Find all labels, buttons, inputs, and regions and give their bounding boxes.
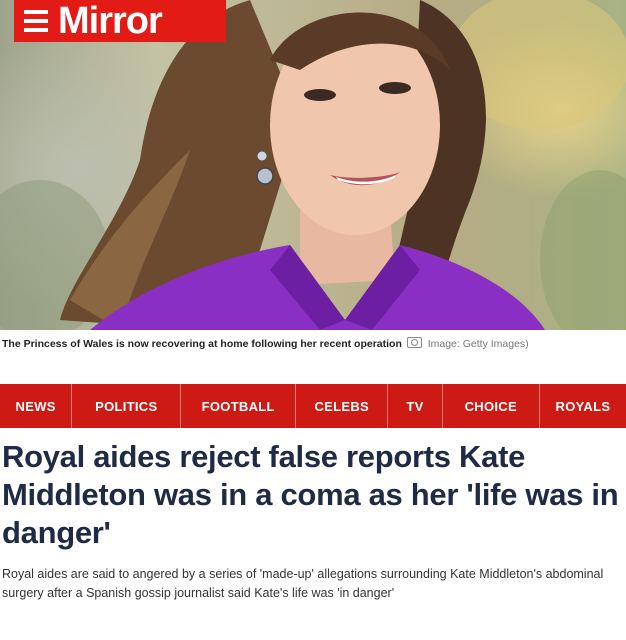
- nav-item-news[interactable]: NEWS: [0, 384, 73, 428]
- nav-item-choice[interactable]: CHOICE: [443, 384, 540, 428]
- nav-item-football[interactable]: FOOTBALL: [181, 384, 297, 428]
- mirror-logo[interactable]: Mirror: [14, 0, 226, 42]
- nav-item-celebs[interactable]: CELEBS: [296, 384, 389, 428]
- image-credit: Image: Getty Images): [427, 338, 529, 350]
- brand-name: Mirror: [58, 0, 163, 42]
- nav-item-politics[interactable]: POLITICS: [72, 384, 182, 428]
- section-nav: NEWS POLITICS FOOTBALL CELEBS TV CHOICE …: [0, 384, 626, 428]
- hamburger-menu-icon[interactable]: [24, 10, 48, 32]
- camera-icon: [406, 337, 422, 348]
- article-headline[interactable]: Royal aides reject false reports Kate Mi…: [2, 438, 624, 552]
- image-caption: The Princess of Wales is now recovering …: [0, 334, 626, 374]
- hero-image: Mirror: [0, 0, 626, 330]
- nav-item-tv[interactable]: TV: [388, 384, 443, 428]
- caption-text: The Princess of Wales is now recovering …: [2, 338, 402, 350]
- article-standfirst: Royal aides are said to angered by a ser…: [2, 567, 604, 600]
- hero-photo-illustration: [0, 0, 626, 330]
- nav-item-royals[interactable]: ROYALS: [540, 384, 626, 428]
